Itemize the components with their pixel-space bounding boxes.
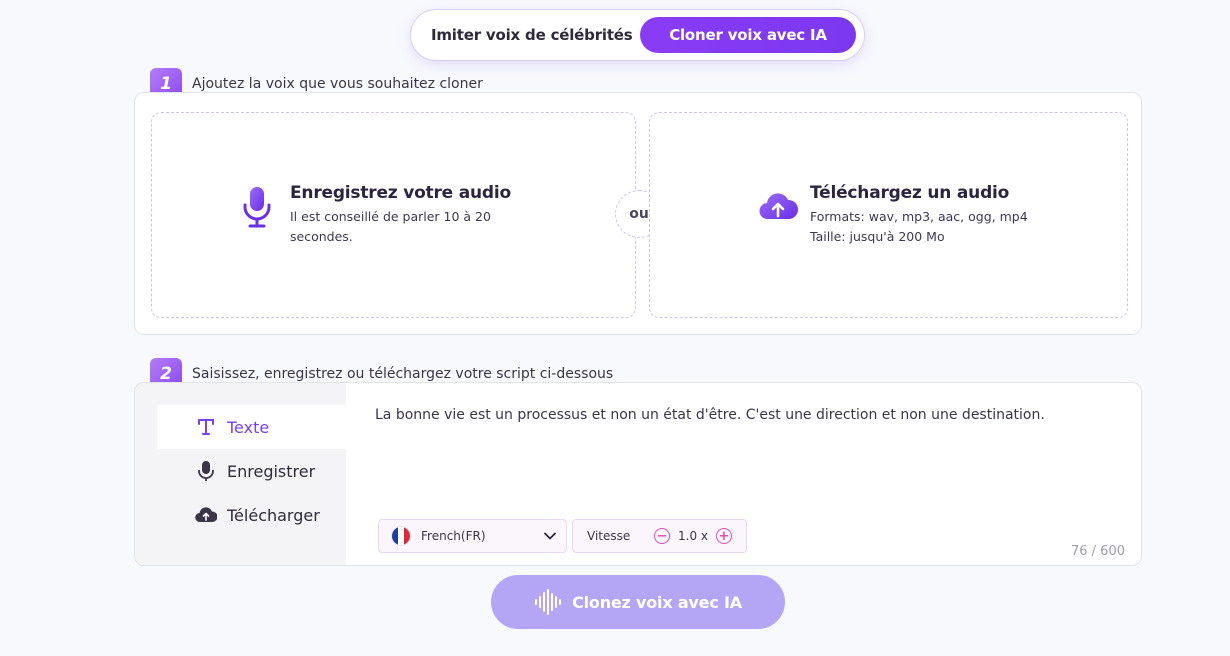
upload-audio-text: Téléchargez un audio Formats: wav, mp3, …	[810, 183, 1028, 247]
character-counter: 76 / 600	[1071, 544, 1125, 559]
speed-increase-button[interactable]: +	[716, 528, 732, 544]
tab-record-label: Enregistrer	[227, 461, 316, 481]
text-icon	[195, 416, 217, 438]
toggle-clone-voice[interactable]: Cloner voix avec IA	[640, 17, 856, 53]
record-audio-text: Enregistrez votre audio Il est conseillé…	[290, 183, 511, 247]
script-panel: Texte Enregistrer Télécharger La bonne v…	[134, 382, 1142, 566]
step2-label: Saisissez, enregistrez ou téléchargez vo…	[192, 366, 614, 382]
upload-audio-content: Téléchargez un audio Formats: wav, mp3, …	[758, 183, 1028, 247]
upload-audio-formats: Formats: wav, mp3, aac, ogg, mp4	[810, 209, 1028, 224]
speed-label: Vitesse	[587, 529, 631, 543]
microphone-icon	[195, 460, 217, 482]
upload-audio-title: Téléchargez un audio	[810, 183, 1010, 203]
toggle-celebrity-voice[interactable]: Imiter voix de célébrités	[431, 26, 640, 44]
page: Imiter voix de célébrités Cloner voix av…	[0, 0, 1230, 656]
france-flag-icon	[391, 526, 411, 546]
upload-audio-size: Taille: jusqu'à 200 Mo	[810, 229, 945, 244]
mode-toggle: Imiter voix de célébrités Cloner voix av…	[410, 9, 865, 61]
speed-control: Vitesse − 1.0 x +	[572, 519, 747, 553]
cloud-upload-icon	[195, 504, 217, 526]
clone-voice-button[interactable]: Clonez voix avec IA	[491, 575, 785, 629]
chevron-down-icon	[544, 532, 556, 540]
voice-source-panel: Enregistrez votre audio Il est conseillé…	[134, 92, 1142, 335]
upload-audio-zone[interactable]: Téléchargez un audio Formats: wav, mp3, …	[649, 112, 1128, 318]
record-audio-content: Enregistrez votre audio Il est conseillé…	[238, 183, 511, 247]
speed-decrease-button[interactable]: −	[654, 528, 670, 544]
script-textarea[interactable]: La bonne vie est un processus et non un …	[375, 405, 1115, 425]
waveform-icon	[535, 589, 562, 615]
microphone-icon	[243, 187, 271, 228]
step1-label: Ajoutez la voix que vous souhaitez clone…	[192, 76, 483, 92]
tab-text[interactable]: Texte	[157, 405, 346, 449]
tab-record[interactable]: Enregistrer	[157, 449, 346, 493]
record-audio-title: Enregistrez votre audio	[290, 183, 511, 203]
script-source-tabs: Texte Enregistrer Télécharger	[135, 383, 346, 565]
record-audio-zone[interactable]: Enregistrez votre audio Il est conseillé…	[151, 112, 636, 318]
language-value: French(FR)	[421, 529, 486, 543]
record-audio-subtitle: Il est conseillé de parler 10 à 20 secon…	[290, 209, 491, 244]
tab-upload-label: Télécharger	[227, 505, 320, 525]
speed-value: 1.0 x	[678, 529, 708, 543]
cloud-upload-icon	[759, 193, 798, 220]
tab-text-label: Texte	[227, 417, 270, 437]
clone-voice-button-label: Clonez voix avec IA	[572, 592, 742, 612]
tab-upload[interactable]: Télécharger	[157, 493, 346, 537]
language-select[interactable]: French(FR)	[378, 519, 567, 553]
